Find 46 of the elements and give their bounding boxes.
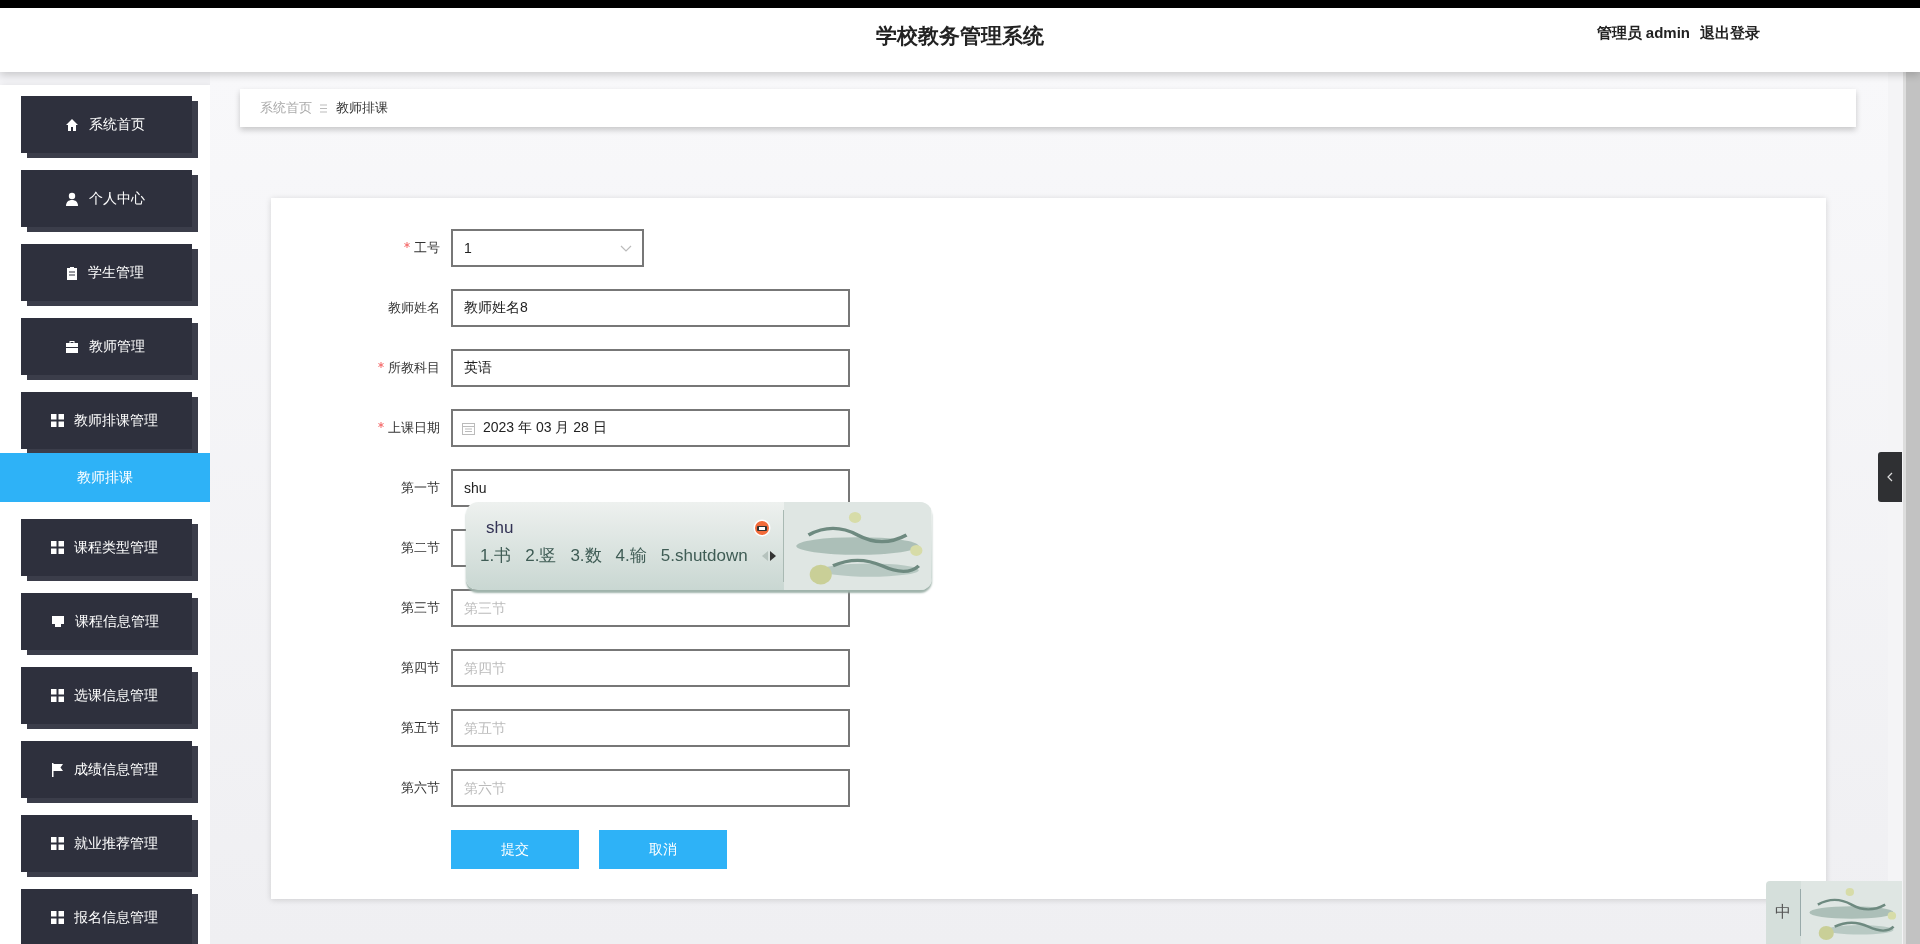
grid-icon [51, 689, 64, 702]
field-label: 第三节 [401, 599, 440, 617]
user-label: 管理员 admin [1596, 24, 1690, 43]
input-field[interactable]: 英语 [451, 349, 850, 387]
grid-icon [51, 541, 64, 554]
candidate-item[interactable]: 5.shutdown [660, 545, 748, 566]
input-field[interactable]: 第四节 [451, 649, 850, 687]
field-label: 所教科目 [388, 359, 440, 377]
breadcrumb-link[interactable]: 教师排课 [336, 99, 388, 117]
field-label: 工号 [414, 239, 440, 257]
field-label: 第二节 [401, 539, 440, 557]
ime-composition: shu [486, 518, 514, 538]
input-field[interactable]: 第六节 [451, 769, 850, 807]
date-field[interactable]: 2023 年 03 月 28 日 [451, 409, 850, 447]
user-icon [64, 191, 79, 206]
candidate-item[interactable]: 4.输 [615, 544, 647, 567]
briefcase-icon [64, 340, 79, 353]
field-label: 第四节 [401, 659, 440, 677]
home-icon [64, 117, 79, 132]
app-title: 学校教务管理系统 [876, 24, 1044, 47]
grid-icon [51, 911, 64, 924]
grid-icon [51, 837, 64, 850]
candidate-item[interactable]: 3.数 [570, 544, 602, 567]
field-label: 教师姓名 [388, 299, 440, 317]
field-label: 第五节 [401, 719, 440, 737]
logout-link[interactable]: 退出登录 [1700, 24, 1760, 43]
field-label: 上课日期 [388, 419, 440, 437]
scrollbar[interactable] [1903, 72, 1920, 944]
select-field[interactable]: 1 [451, 229, 644, 267]
input-field[interactable]: shu [451, 469, 850, 507]
arrow-right-icon[interactable] [769, 550, 776, 561]
collapse-tab[interactable] [1878, 452, 1902, 502]
clipboard-icon [65, 265, 78, 280]
chevron-left-icon [1887, 472, 1893, 482]
candidate-item[interactable]: 1.书 [480, 544, 512, 567]
flag-icon [51, 762, 64, 777]
grid-icon [51, 414, 64, 427]
input-field[interactable]: 教师姓名8 [451, 289, 850, 327]
calendar-icon [462, 421, 475, 435]
chevron-down-icon [620, 244, 632, 252]
candidate-item[interactable]: 2.竖 [525, 544, 557, 567]
separator-icon [320, 103, 328, 113]
field-label: 第一节 [401, 479, 440, 497]
tray-icon [50, 615, 65, 628]
field-label: 第六节 [401, 779, 440, 797]
input-field[interactable]: 第五节 [451, 709, 850, 747]
